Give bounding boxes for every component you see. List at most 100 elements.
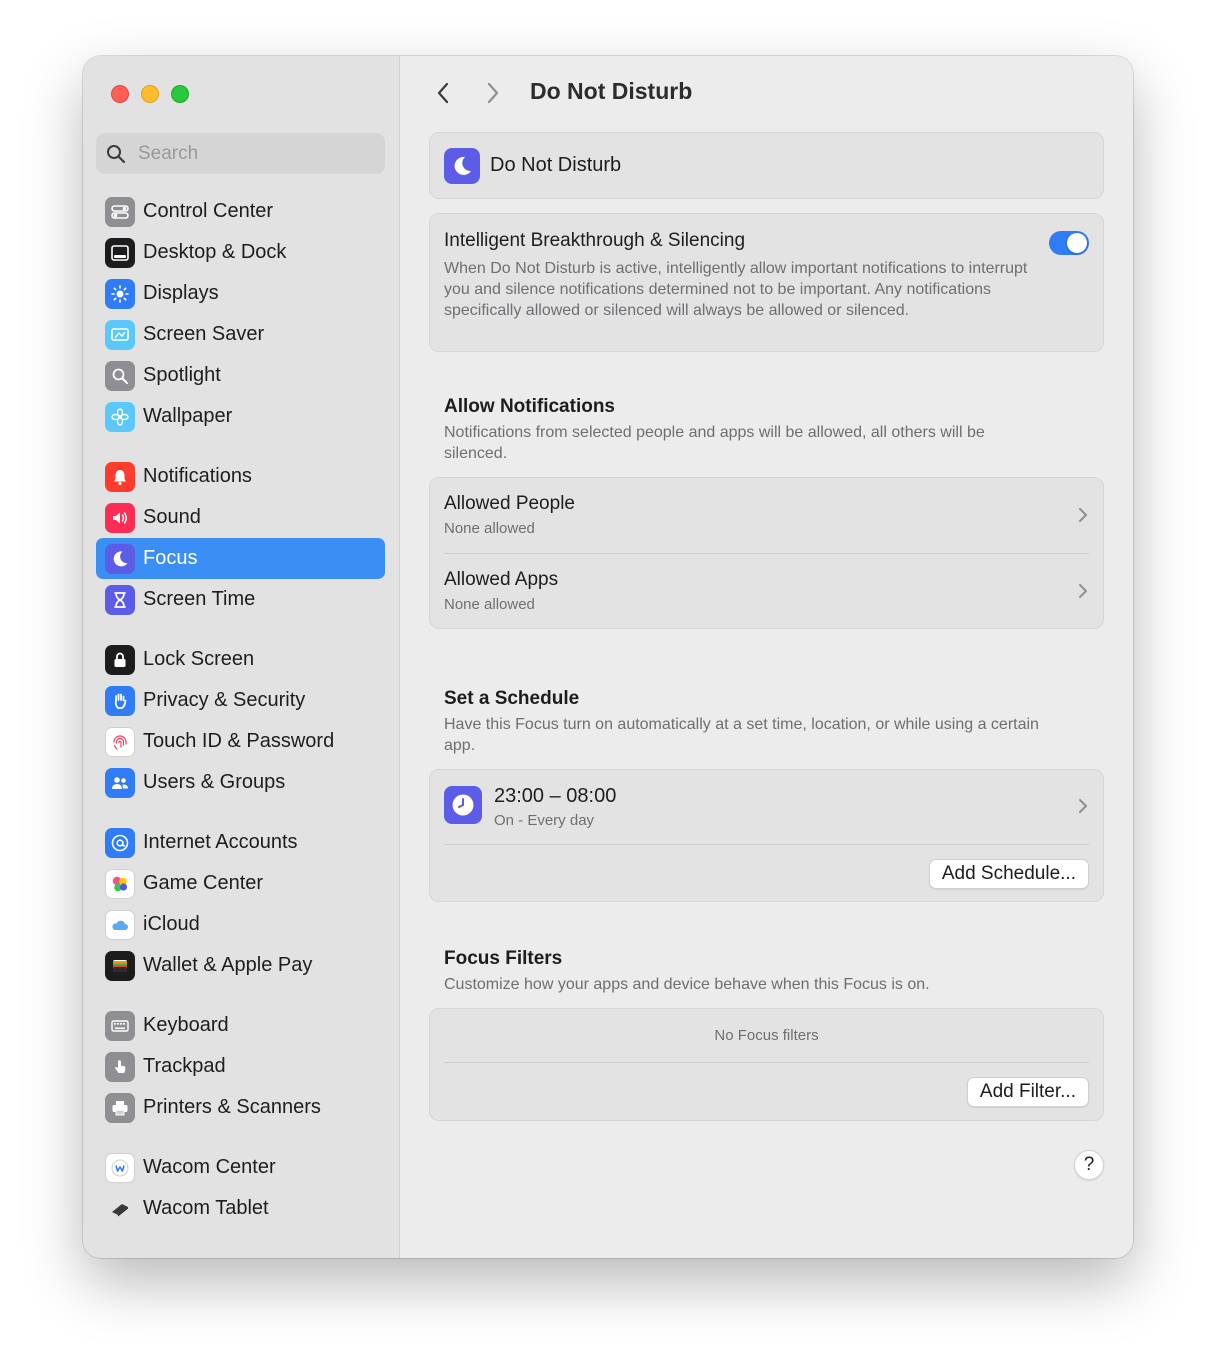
add-schedule-button[interactable]: Add Schedule... [928, 859, 1089, 889]
users-icon [105, 767, 135, 798]
allowed-list-card: Allowed People None allowed Allowed Apps… [429, 477, 1104, 629]
close-window-button[interactable] [111, 85, 129, 103]
schedule-description: Have this Focus turn on automatically at… [444, 716, 1039, 754]
sidebar-item-label: Wallpaper [143, 405, 233, 427]
schedule-card: 23:00 – 08:00 On - Every day Add Schedul… [429, 769, 1104, 902]
displays-icon [105, 278, 135, 309]
sidebar-item-label: Focus [143, 547, 198, 569]
sidebar-item-label: Spotlight [143, 364, 221, 386]
sidebar-item-displays[interactable]: Displays [96, 273, 385, 314]
breakthrough-toggle[interactable] [1049, 231, 1089, 255]
cloud-icon [105, 909, 135, 940]
toolbar: Do Not Disturb [400, 56, 1133, 132]
empty-filters-label: No Focus filters [444, 1009, 1089, 1063]
sidebar-item-focus[interactable]: Focus [96, 538, 385, 579]
sidebar-item-label: Users & Groups [143, 771, 286, 793]
forward-button[interactable] [480, 80, 506, 106]
sidebar-group-separator [96, 803, 385, 822]
chevron-right-icon [487, 82, 499, 104]
sidebar-item-wallpaper[interactable]: Wallpaper [96, 396, 385, 437]
sidebar-item-lock-screen[interactable]: Lock Screen [96, 639, 385, 680]
sidebar-group-separator [96, 986, 385, 1005]
control-center-icon [105, 196, 135, 227]
window-controls [111, 85, 189, 103]
sidebar-item-label: Touch ID & Password [143, 730, 335, 752]
sidebar-item-control-center[interactable]: Control Center [96, 191, 385, 232]
sidebar-item-label: Displays [143, 282, 219, 304]
sidebar-item-screen-saver[interactable]: Screen Saver [96, 314, 385, 355]
minimize-window-button[interactable] [141, 85, 159, 103]
sidebar-item-internet-accounts[interactable]: Internet Accounts [96, 822, 385, 863]
sidebar-group-separator [96, 620, 385, 639]
clock-icon [444, 786, 482, 824]
sidebar-item-keyboard[interactable]: Keyboard [96, 1005, 385, 1046]
sidebar-list: Control Center Desktop & Dock Displays Scre… [96, 191, 385, 1258]
sidebar-item-label: Printers & Scanners [143, 1096, 321, 1118]
back-button[interactable] [430, 80, 456, 106]
sidebar-item-screen-time[interactable]: Screen Time [96, 579, 385, 620]
sidebar-item-wacom-center[interactable]: Wacom Center [96, 1147, 385, 1188]
sidebar-item-users-and-groups[interactable]: Users & Groups [96, 762, 385, 803]
allowed-people-row[interactable]: Allowed People None allowed [430, 478, 1103, 553]
spotlight-icon [105, 360, 135, 391]
sidebar-item-sound[interactable]: Sound [96, 497, 385, 538]
chevron-left-icon [437, 82, 449, 104]
sidebar-item-label: Wallet & Apple Pay [143, 954, 313, 976]
trackpad-icon [105, 1051, 135, 1082]
zoom-window-button[interactable] [171, 85, 189, 103]
sidebar-item-label: Internet Accounts [143, 831, 298, 853]
screen-saver-icon [105, 319, 135, 350]
notifications-icon [105, 461, 135, 492]
search-icon [107, 144, 126, 163]
search-input[interactable] [136, 141, 370, 166]
moon-icon [444, 147, 480, 184]
keyboard-icon [105, 1010, 135, 1041]
breakthrough-card: Intelligent Breakthrough & Silencing Whe… [429, 213, 1104, 352]
sidebar-item-game-center[interactable]: Game Center [96, 863, 385, 904]
chevron-right-icon [1079, 584, 1087, 598]
allowed-apps-row[interactable]: Allowed Apps None allowed [444, 553, 1089, 628]
search-field[interactable] [96, 133, 385, 174]
sidebar-item-label: Game Center [143, 872, 264, 894]
sidebar-item-icloud[interactable]: iCloud [96, 904, 385, 945]
sidebar-group-separator [96, 1128, 385, 1147]
schedule-row[interactable]: 23:00 – 08:00 On - Every day [444, 770, 1089, 845]
sidebar-item-privacy-and-security[interactable]: Privacy & Security [96, 680, 385, 721]
focus-mode-name: Do Not Disturb [490, 154, 622, 176]
wacom-tablet-icon [105, 1194, 135, 1224]
focus-filters-title: Focus Filters [444, 948, 563, 969]
focus-icon [105, 543, 135, 574]
sidebar-item-wallet-and-apple-pay[interactable]: Wallet & Apple Pay [96, 945, 385, 986]
sidebar-item-label: Control Center [143, 200, 274, 222]
sidebar-item-spotlight[interactable]: Spotlight [96, 355, 385, 396]
allowed-people-status: None allowed [444, 520, 535, 537]
sidebar-item-label: iCloud [143, 913, 200, 935]
focus-filters-description: Customize how your apps and device behav… [444, 976, 930, 993]
add-filter-button[interactable]: Add Filter... [966, 1077, 1089, 1107]
sidebar-group-separator [96, 437, 385, 456]
wallet-icon [105, 950, 135, 981]
wacom-center-icon [105, 1152, 135, 1183]
printer-icon [105, 1092, 135, 1123]
sidebar-item-label: Screen Saver [143, 323, 265, 345]
help-button[interactable]: ? [1074, 1150, 1104, 1180]
sidebar-item-label: Keyboard [143, 1014, 229, 1036]
breakthrough-title: Intelligent Breakthrough & Silencing [444, 230, 746, 251]
chevron-right-icon [1079, 508, 1087, 522]
sidebar-item-label: Privacy & Security [143, 689, 306, 711]
sound-icon [105, 502, 135, 533]
sidebar-item-notifications[interactable]: Notifications [96, 456, 385, 497]
sidebar-item-label: Sound [143, 506, 201, 528]
desktop-dock-icon [105, 237, 135, 268]
sidebar-item-printers-and-scanners[interactable]: Printers & Scanners [96, 1087, 385, 1128]
schedule-status: On - Every day [494, 812, 595, 829]
allow-notifications-description: Notifications from selected people and a… [444, 424, 985, 462]
sidebar-item-desktop-and-dock[interactable]: Desktop & Dock [96, 232, 385, 273]
sidebar-item-wacom-tablet[interactable]: Wacom Tablet [96, 1188, 385, 1229]
chevron-right-icon [1079, 799, 1087, 813]
fingerprint-icon [105, 726, 135, 757]
allowed-apps-title: Allowed Apps [444, 569, 559, 590]
sidebar-item-trackpad[interactable]: Trackpad [96, 1046, 385, 1087]
sidebar-item-touch-id-and-password[interactable]: Touch ID & Password [96, 721, 385, 762]
settings-window: Control Center Desktop & Dock Displays Scre… [83, 56, 1133, 1258]
